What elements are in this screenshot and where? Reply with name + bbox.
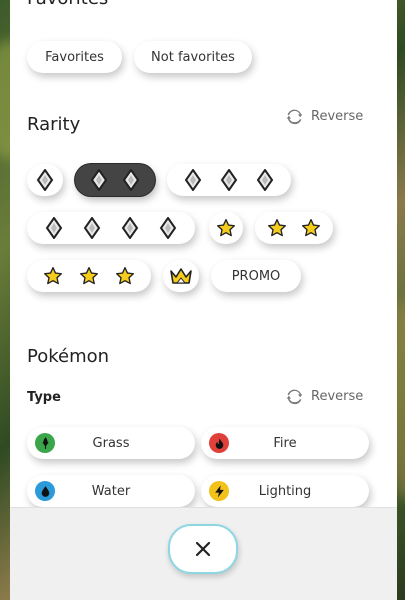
diamond-icon <box>159 217 177 239</box>
sync-icon <box>286 109 303 125</box>
panel-footer <box>10 507 397 600</box>
star-icon <box>79 266 99 286</box>
filter-favorites-label: Favorites <box>45 49 104 65</box>
diamond-icon <box>90 169 108 191</box>
rarity-reverse-toggle[interactable]: Reverse <box>286 108 363 125</box>
diamond-icon <box>83 217 101 239</box>
type-reverse-label: Reverse <box>311 389 364 404</box>
rarity-title: Rarity <box>27 114 81 135</box>
type-subtitle: Type <box>27 390 61 405</box>
diamond-icon <box>36 169 54 191</box>
type-reverse-toggle[interactable]: Reverse <box>286 388 363 405</box>
leaf-icon <box>35 433 55 453</box>
star-icon <box>216 218 236 238</box>
rarity-4-diamond[interactable] <box>27 212 195 244</box>
rarity-reverse-label: Reverse <box>311 109 364 124</box>
diamond-icon <box>121 217 139 239</box>
diamond-icon <box>256 169 274 191</box>
star-icon <box>267 218 287 238</box>
close-button[interactable] <box>168 524 238 574</box>
rarity-1-diamond[interactable] <box>27 164 63 196</box>
type-lightning[interactable]: Lighting <box>201 475 369 507</box>
diamond-icon <box>122 169 140 191</box>
type-fire[interactable]: Fire <box>201 427 369 459</box>
filter-panel: Favorites Favorites Not favorites Rarity… <box>10 0 397 600</box>
flame-icon <box>209 433 229 453</box>
diamond-icon <box>184 169 202 191</box>
rarity-2-star[interactable] <box>255 212 333 244</box>
rarity-3-star[interactable] <box>27 260 151 292</box>
rarity-promo-label: PROMO <box>231 268 281 284</box>
rarity-1-star[interactable] <box>209 212 243 244</box>
type-water[interactable]: Water <box>27 475 195 507</box>
filter-not-favorites[interactable]: Not favorites <box>134 41 252 73</box>
diamond-icon <box>45 217 63 239</box>
type-grass[interactable]: Grass <box>27 427 195 459</box>
filter-not-favorites-label: Not favorites <box>151 49 235 65</box>
star-icon <box>43 266 63 286</box>
diamond-icon <box>220 169 238 191</box>
pokemon-title: Pokémon <box>27 346 110 367</box>
rarity-3-diamond[interactable] <box>167 164 291 196</box>
filter-favorites[interactable]: Favorites <box>27 41 122 73</box>
star-icon <box>301 218 321 238</box>
close-icon <box>195 541 211 557</box>
crown-icon <box>169 267 193 285</box>
rarity-2-diamond[interactable] <box>75 164 155 196</box>
water-drop-icon <box>35 481 55 501</box>
favorites-title: Favorites <box>27 0 108 9</box>
rarity-promo[interactable]: PROMO <box>211 260 301 292</box>
star-icon <box>115 266 135 286</box>
lightning-icon <box>209 481 229 501</box>
rarity-crown[interactable] <box>163 260 199 292</box>
sync-icon <box>286 389 303 405</box>
